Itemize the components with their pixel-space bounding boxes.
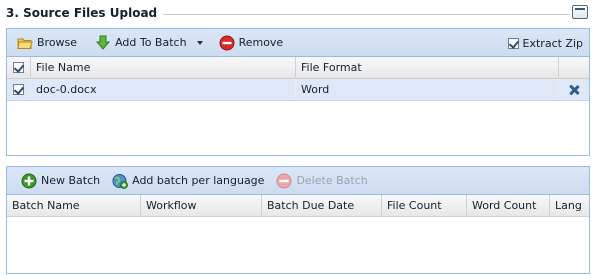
source-files-panel: Browse Add To Batch Remove Extract Zip F…: [6, 28, 590, 156]
select-all-header[interactable]: [7, 57, 31, 78]
add-batch-per-language-label: Add batch per language: [132, 174, 265, 187]
delete-row-icon[interactable]: [568, 84, 580, 96]
batch-toolbar: New Batch Add batch per language Delete …: [7, 167, 589, 195]
file-format-cell: Word: [296, 79, 559, 100]
remove-label: Remove: [238, 36, 284, 49]
dropdown-arrow-icon[interactable]: [196, 40, 203, 45]
remove-button[interactable]: Remove: [213, 32, 290, 54]
globe-add-icon: [112, 173, 129, 189]
files-grid-header: File Name File Format: [7, 57, 589, 79]
column-header-lang[interactable]: Lang: [550, 195, 589, 216]
add-batch-per-language-button[interactable]: Add batch per language: [106, 170, 270, 192]
batch-grid-body: [7, 217, 589, 273]
section-title: 3. Source Files Upload: [6, 6, 164, 20]
new-batch-button[interactable]: New Batch: [15, 170, 106, 192]
extract-zip-checkbox[interactable]: [507, 37, 519, 49]
column-header-file-count[interactable]: File Count: [382, 195, 467, 216]
column-header-workflow[interactable]: Workflow: [141, 195, 262, 216]
browse-button[interactable]: Browse: [11, 32, 83, 54]
row-checkbox[interactable]: [13, 84, 24, 95]
browse-label: Browse: [37, 36, 78, 49]
row-actions-cell: [559, 79, 589, 100]
select-all-checkbox[interactable]: [13, 62, 24, 73]
delete-batch-label: Delete Batch: [296, 174, 368, 187]
upload-toolbar: Browse Add To Batch Remove Extract Zip: [7, 29, 589, 57]
remove-icon: [276, 173, 292, 189]
column-header-actions: [559, 57, 589, 78]
batches-panel: New Batch Add batch per language Delete …: [6, 166, 590, 274]
column-header-file-name[interactable]: File Name: [31, 57, 296, 78]
arrow-down-icon: [95, 35, 111, 51]
column-header-batch-name[interactable]: Batch Name: [7, 195, 141, 216]
row-select-cell[interactable]: [7, 79, 31, 100]
batch-grid-header: Batch Name Workflow Batch Due Date File …: [7, 195, 589, 217]
folder-open-icon: [17, 35, 33, 51]
delete-batch-button[interactable]: Delete Batch: [270, 170, 373, 192]
remove-icon: [219, 35, 235, 51]
add-to-batch-label: Add To Batch: [115, 36, 187, 49]
column-header-word-count[interactable]: Word Count: [467, 195, 550, 216]
column-header-file-format[interactable]: File Format: [296, 57, 559, 78]
file-name-cell: doc-0.docx: [31, 79, 296, 100]
add-to-batch-button[interactable]: Add To Batch: [89, 32, 209, 54]
collapse-section-button[interactable]: [572, 5, 588, 19]
extract-zip-option[interactable]: Extract Zip: [507, 29, 583, 57]
extract-zip-label: Extract Zip: [522, 36, 583, 50]
column-header-batch-due-date[interactable]: Batch Due Date: [262, 195, 382, 216]
table-row[interactable]: doc-0.docx Word: [7, 79, 589, 101]
add-icon: [21, 173, 37, 189]
new-batch-label: New Batch: [41, 174, 101, 187]
